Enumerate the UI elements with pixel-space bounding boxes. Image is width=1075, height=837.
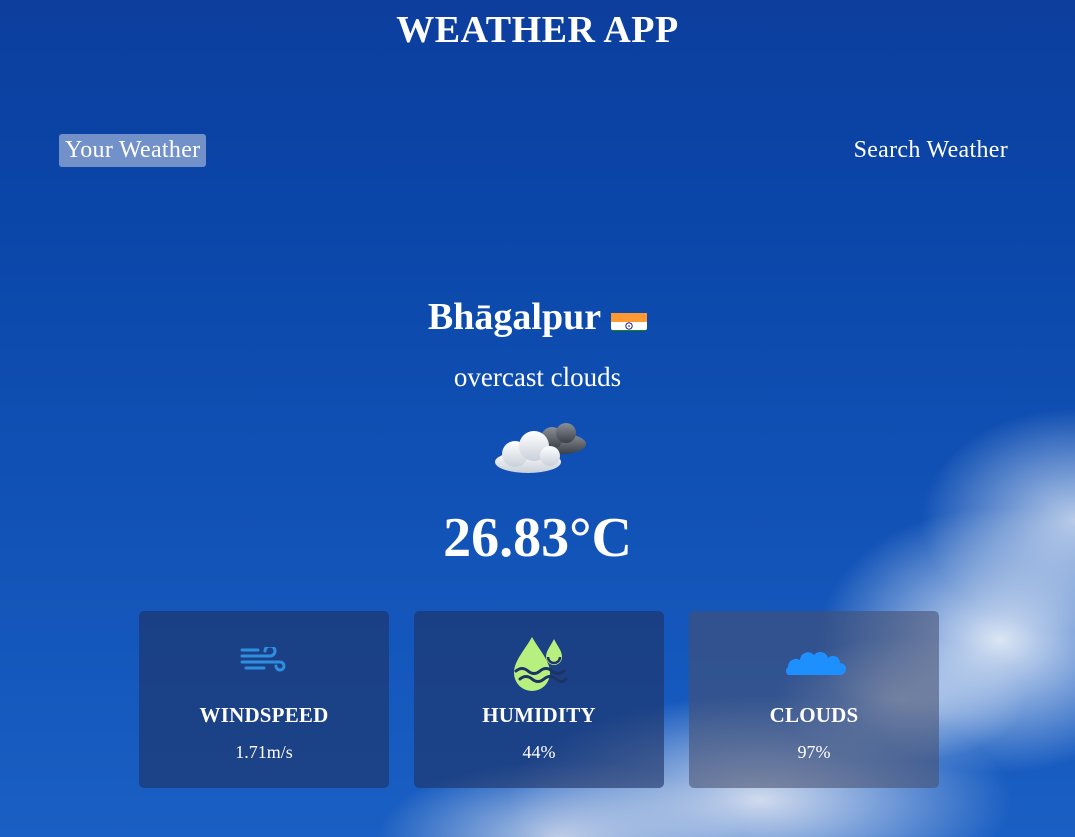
windspeed-card: WINDSPEED 1.71m/s: [139, 611, 389, 788]
cloud-icon: [782, 647, 846, 682]
clouds-card: CLOUDS 97%: [689, 611, 939, 788]
tab-search-weather[interactable]: Search Weather: [848, 134, 1014, 167]
humidity-label: HUMIDITY: [482, 703, 596, 727]
humidity-value: 44%: [522, 742, 556, 762]
wind-icon: [240, 644, 288, 680]
weather-description: overcast clouds: [453, 362, 622, 392]
temperature-value: 26.83°C: [443, 507, 632, 569]
tab-your-weather[interactable]: Your Weather: [59, 134, 207, 167]
app-title: WEATHER APP: [396, 9, 679, 51]
windspeed-value: 1.71m/s: [235, 742, 293, 762]
clouds-value: 97%: [797, 742, 831, 762]
clouds-label: CLOUDS: [769, 703, 859, 727]
humidity-drops-icon: [510, 633, 568, 696]
india-flag-icon: [611, 305, 648, 331]
humidity-card: HUMIDITY 44%: [414, 611, 664, 788]
overcast-clouds-icon: [490, 418, 590, 478]
city-name: Bhāgalpur: [427, 296, 602, 338]
windspeed-label: WINDSPEED: [199, 703, 329, 727]
city-heading: Bhāgalpur: [0, 295, 1075, 339]
